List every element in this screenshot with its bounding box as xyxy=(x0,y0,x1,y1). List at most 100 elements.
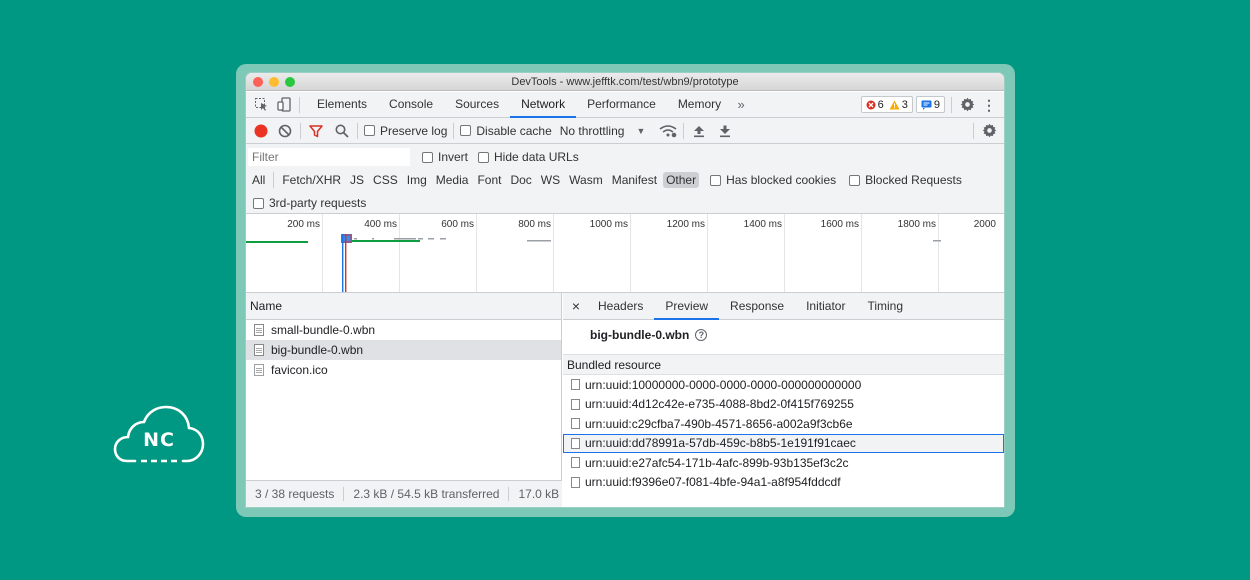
third-party-requests-checkbox[interactable]: 3rd-party requests xyxy=(253,196,366,210)
bundle-file-icon xyxy=(254,324,264,336)
type-filter-fetch-xhr[interactable]: Fetch/XHR xyxy=(279,172,344,188)
type-filter-js[interactable]: JS xyxy=(347,172,367,188)
panel-tabs-bar: Elements Console Sources Network Perform… xyxy=(246,92,1004,118)
file-icon xyxy=(571,418,580,430)
request-row[interactable]: favicon.ico xyxy=(246,360,561,380)
details-tabs-bar: × Headers Preview Response Initiator Tim… xyxy=(563,293,1004,320)
checkbox-box[interactable] xyxy=(364,125,375,136)
type-filter-media[interactable]: Media xyxy=(433,172,472,188)
bundled-resource-row[interactable]: urn:uuid:4d12c42e-e735-4088-8bd2-0f415f7… xyxy=(563,395,1004,415)
bundled-resource-row[interactable]: urn:uuid:e27afc54-171b-4afc-899b-93b135e… xyxy=(563,453,1004,473)
resource-urn: urn:uuid:c29cfba7-490b-4571-8656-a002a9f… xyxy=(585,416,853,431)
checkbox-box[interactable] xyxy=(422,151,433,163)
type-filter-ws[interactable]: WS xyxy=(538,172,563,188)
tab-console[interactable]: Console xyxy=(378,92,444,118)
network-conditions-icon[interactable] xyxy=(659,122,677,140)
throttling-select[interactable]: No throttling ▼ xyxy=(560,124,646,138)
device-toolbar-icon[interactable] xyxy=(275,96,293,114)
blocked-requests-checkbox[interactable]: Blocked Requests xyxy=(849,173,962,187)
messages-badge[interactable]: 9 xyxy=(915,96,945,113)
bundled-resource-row[interactable]: urn:uuid:10000000-0000-0000-0000-0000000… xyxy=(563,375,1004,395)
request-row[interactable]: small-bundle-0.wbn xyxy=(246,320,561,340)
export-har-icon[interactable] xyxy=(716,122,734,140)
error-icon xyxy=(866,100,876,109)
more-tabs-icon[interactable]: » xyxy=(732,96,750,114)
hide-data-urls-checkbox[interactable]: Hide data URLs xyxy=(478,150,579,164)
divider xyxy=(300,122,301,139)
maximize-window-button[interactable] xyxy=(285,77,295,87)
tab-timing[interactable]: Timing xyxy=(856,293,914,320)
chevron-down-icon: ▼ xyxy=(636,125,646,136)
resources-size: 17.0 kB / xyxy=(518,487,562,501)
title-bar: DevTools - www.jefftk.com/test/wbn9/prot… xyxy=(246,73,1004,91)
warning-icon xyxy=(889,100,900,109)
tab-sources[interactable]: Sources xyxy=(444,92,510,118)
bundled-resource-row[interactable]: urn:uuid:f9396e07-f081-4bfe-94a1-a8f954f… xyxy=(563,473,1004,493)
name-column-header[interactable]: Name xyxy=(246,293,561,320)
filter-input[interactable] xyxy=(248,148,410,166)
tab-network[interactable]: Network xyxy=(510,92,577,118)
network-settings-gear-icon[interactable] xyxy=(980,122,998,140)
has-blocked-cookies-checkbox[interactable]: Has blocked cookies xyxy=(710,173,836,187)
type-filter-doc[interactable]: Doc xyxy=(507,172,534,188)
file-icon xyxy=(571,398,580,410)
settings-gear-icon[interactable] xyxy=(958,96,976,114)
type-filter-wasm[interactable]: Wasm xyxy=(566,172,606,188)
checkbox-box[interactable] xyxy=(710,174,722,186)
preserve-log-checkbox[interactable]: Preserve log xyxy=(364,124,447,138)
filter-icon[interactable] xyxy=(307,122,325,140)
tab-performance[interactable]: Performance xyxy=(576,92,667,118)
timeline-overview[interactable]: 200 ms 400 ms 600 ms 800 ms 1000 ms 1200… xyxy=(246,214,1004,293)
checkbox-box[interactable] xyxy=(253,197,264,209)
checkbox-box[interactable] xyxy=(478,151,490,163)
minimize-window-button[interactable] xyxy=(269,77,279,87)
network-status-bar: 3 / 38 requests 2.3 kB / 54.5 kB transfe… xyxy=(246,480,562,507)
message-count: 9 xyxy=(933,98,940,111)
type-filter-manifest[interactable]: Manifest xyxy=(609,172,660,188)
error-warning-badge[interactable]: 6 3 xyxy=(860,96,913,113)
resource-urn: urn:uuid:f9396e07-f081-4bfe-94a1-a8f954f… xyxy=(585,475,841,490)
network-toolbar: Preserve log Disable cache No throttling… xyxy=(246,118,1004,144)
resource-urn: urn:uuid:dd78991a-57db-459c-b8b5-1e191f9… xyxy=(585,436,856,451)
divider xyxy=(273,172,275,188)
tab-preview[interactable]: Preview xyxy=(654,293,720,320)
tab-response[interactable]: Response xyxy=(719,293,795,320)
disable-cache-checkbox[interactable]: Disable cache xyxy=(460,123,552,138)
nc-logo: NC xyxy=(113,405,205,467)
tab-memory[interactable]: Memory xyxy=(667,92,732,118)
clear-icon[interactable] xyxy=(276,122,294,140)
disable-cache-label: Disable cache xyxy=(476,123,552,138)
request-row-selected[interactable]: big-bundle-0.wbn xyxy=(246,340,561,360)
search-icon[interactable] xyxy=(333,122,351,140)
type-filter-css[interactable]: CSS xyxy=(370,172,401,188)
bundled-resource-row-selected[interactable]: urn:uuid:dd78991a-57db-459c-b8b5-1e191f9… xyxy=(563,433,1004,453)
more-options-icon[interactable]: ⋮ xyxy=(980,96,998,114)
document-file-icon xyxy=(254,364,264,376)
request-name: big-bundle-0.wbn xyxy=(271,343,364,357)
import-har-icon[interactable] xyxy=(690,122,708,140)
close-icon[interactable]: × xyxy=(567,297,585,315)
request-name: small-bundle-0.wbn xyxy=(271,323,376,337)
bundle-name: big-bundle-0.wbn xyxy=(590,328,690,342)
bundled-resource-row[interactable]: urn:uuid:c29cfba7-490b-4571-8656-a002a9f… xyxy=(563,414,1004,434)
bundle-header: big-bundle-0.wbn ? xyxy=(563,320,1004,350)
invert-checkbox[interactable]: Invert xyxy=(422,150,468,164)
checkbox-box[interactable] xyxy=(460,125,472,136)
transferred-size: 2.3 kB / 54.5 kB transferred xyxy=(344,487,510,501)
help-icon[interactable]: ? xyxy=(695,329,708,341)
type-filter-all[interactable]: All xyxy=(249,172,268,188)
error-count: 6 xyxy=(877,98,884,111)
record-icon[interactable] xyxy=(252,122,270,140)
type-filter-img[interactable]: Img xyxy=(404,172,430,188)
devtools-window: DevTools - www.jefftk.com/test/wbn9/prot… xyxy=(246,73,1004,507)
tab-initiator[interactable]: Initiator xyxy=(795,293,856,320)
type-filter-font[interactable]: Font xyxy=(474,172,504,188)
tab-headers[interactable]: Headers xyxy=(587,293,654,320)
checkbox-box[interactable] xyxy=(849,174,861,186)
tab-elements[interactable]: Elements xyxy=(306,92,378,118)
request-name: favicon.ico xyxy=(271,363,328,377)
type-filter-other[interactable]: Other xyxy=(663,172,700,188)
message-icon xyxy=(921,100,932,110)
inspect-element-icon[interactable] xyxy=(252,96,270,114)
close-window-button[interactable] xyxy=(253,77,263,87)
